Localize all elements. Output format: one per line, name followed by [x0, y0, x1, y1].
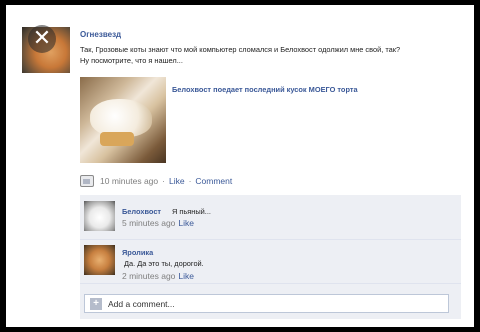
comment-item: Яролика Да. Да это ты, дорогой. 2 minute… — [80, 241, 461, 284]
comment-like-link[interactable]: Like — [178, 218, 194, 228]
photo-icon — [80, 175, 94, 187]
comment-meta: 2 minutes ago Like — [122, 271, 194, 281]
comment-link[interactable]: Comment — [195, 176, 232, 186]
commenter-name[interactable]: Белохвост — [122, 207, 161, 216]
post-time[interactable]: 10 minutes ago — [100, 176, 158, 186]
comment-meta: 5 minutes ago Like — [122, 218, 194, 228]
status-text: Так, Грозовые коты знают что мой компьют… — [80, 44, 470, 66]
commenter-avatar[interactable] — [84, 245, 115, 275]
commenter-name[interactable]: Яролика — [122, 248, 153, 257]
separator: · — [188, 176, 192, 186]
comment-text: Я пьяный... — [172, 207, 211, 216]
status-line-1: Так, Грозовые коты знают что мой компьют… — [80, 45, 401, 54]
link-title[interactable]: Белохвост поедает последний кусок МОЕГО … — [172, 85, 358, 94]
add-comment-input[interactable]: + Add a comment... — [84, 294, 449, 313]
add-comment-placeholder: Add a comment... — [108, 298, 175, 309]
like-link[interactable]: Like — [169, 176, 185, 186]
cake-image — [100, 132, 134, 146]
comment-item: Белохвост Я пьяный... 5 minutes ago Like — [80, 197, 461, 240]
status-line-2: Ну посмотрите, что я нашел... — [80, 56, 183, 65]
comment-time[interactable]: 5 minutes ago — [122, 218, 175, 228]
comment-like-link[interactable]: Like — [178, 271, 194, 281]
post-author[interactable]: Огнезвезд — [80, 30, 121, 39]
commenter-avatar[interactable] — [84, 201, 115, 231]
plus-icon: + — [90, 297, 102, 310]
comments-section: Белохвост Я пьяный... 5 minutes ago Like … — [80, 195, 461, 319]
separator: · — [162, 176, 165, 186]
post-frame: ✕ Огнезвезд Так, Грозовые коты знают что… — [6, 5, 474, 327]
comment-time[interactable]: 2 minutes ago — [122, 271, 175, 281]
comment-text: Да. Да это ты, дорогой. — [124, 259, 204, 268]
post-meta: 10 minutes ago · Like · Comment — [80, 174, 232, 188]
link-thumbnail[interactable] — [80, 77, 166, 163]
close-icon[interactable]: ✕ — [28, 25, 56, 53]
